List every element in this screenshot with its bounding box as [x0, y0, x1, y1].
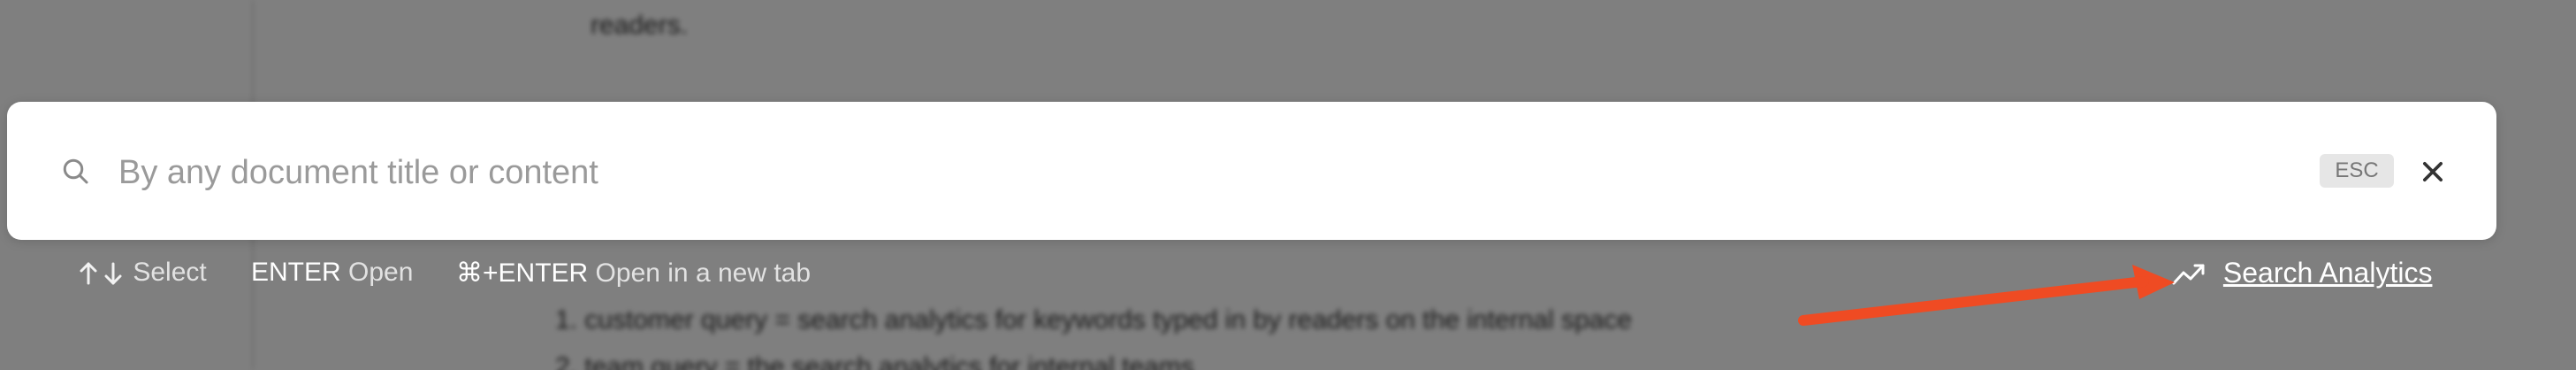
- hint-new-tab-label: Open in a new tab: [595, 258, 812, 288]
- hint-open: ENTER Open: [251, 258, 413, 288]
- arrow-up-down-icon: [80, 262, 122, 285]
- esc-key-badge: ESC: [2320, 154, 2394, 188]
- search-analytics-link[interactable]: Search Analytics: [2171, 255, 2432, 289]
- search-analytics-label: Search Analytics: [2222, 257, 2433, 289]
- hint-new-tab-key: ⌘+ENTER: [456, 258, 589, 288]
- search-input[interactable]: [117, 143, 2277, 202]
- page: readers. 1. customer query = search anal…: [0, 0, 2576, 370]
- hint-select: Select: [76, 258, 207, 288]
- close-icon[interactable]: [2413, 152, 2452, 191]
- trending-up-icon: [2172, 264, 2205, 285]
- hint-open-key: ENTER: [251, 258, 341, 287]
- hint-open-label: Open: [348, 258, 414, 287]
- search-icon: [63, 158, 88, 184]
- hint-new-tab: ⌘+ENTER Open in a new tab: [456, 258, 811, 289]
- hint-select-label: Select: [133, 258, 207, 287]
